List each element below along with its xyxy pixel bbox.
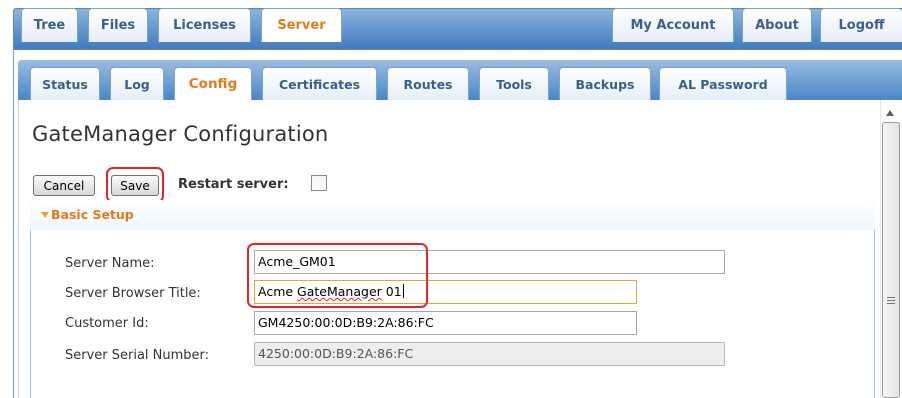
tab-log[interactable]: Log	[110, 67, 164, 100]
tab-status[interactable]: Status	[30, 67, 100, 100]
tab-about[interactable]: About	[742, 8, 812, 42]
restart-server-checkbox[interactable]	[311, 175, 327, 191]
tab-server[interactable]: Server	[261, 8, 342, 42]
tab-backups[interactable]: Backups	[559, 67, 651, 100]
thumb-grip-line	[887, 297, 895, 298]
tab-tools[interactable]: Tools	[479, 67, 549, 100]
basic-setup-header[interactable]	[30, 200, 875, 230]
save-highlight	[106, 167, 164, 203]
page-title: GateManager Configuration	[32, 122, 329, 146]
customer-id-input[interactable]: GM4250:00:0D:B9:2A:86:FC	[254, 311, 637, 335]
tab-config[interactable]: Config	[174, 67, 252, 100]
tab-my-account[interactable]: My Account	[612, 8, 734, 42]
server-name-label: Server Name:	[65, 256, 155, 271]
scroll-up-arrow-icon[interactable]	[886, 110, 894, 116]
tab-licenses[interactable]: Licenses	[158, 8, 251, 42]
tab-al-password[interactable]: AL Password	[659, 67, 787, 100]
scrollbar-thumb[interactable]	[882, 122, 900, 398]
server-serial-number-label: Server Serial Number:	[65, 348, 210, 363]
thumb-grip-line	[887, 300, 895, 301]
server-browser-title-label: Server Browser Title:	[65, 286, 201, 301]
tab-tree[interactable]: Tree	[21, 8, 78, 42]
server-serial-number-input: 4250:00:0D:B9:2A:86:FC	[254, 342, 725, 366]
thumb-grip-line	[887, 303, 895, 304]
cancel-button[interactable]: Cancel	[33, 175, 95, 196]
collapse-arrow-icon[interactable]	[41, 212, 49, 218]
tab-routes[interactable]: Routes	[387, 67, 469, 100]
tab-certificates[interactable]: Certificates	[262, 67, 377, 100]
restart-server-label: Restart server:	[178, 177, 289, 192]
customer-id-label: Customer Id:	[65, 316, 149, 331]
tab-files[interactable]: Files	[88, 8, 148, 42]
tab-logoff[interactable]: Logoff	[820, 8, 902, 42]
fields-highlight	[247, 243, 428, 308]
basic-setup-title[interactable]: Basic Setup	[51, 207, 134, 222]
